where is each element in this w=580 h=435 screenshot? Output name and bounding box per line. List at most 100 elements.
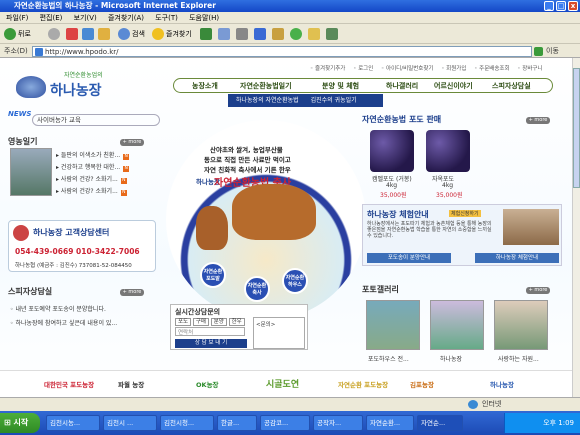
- link-find-account[interactable]: ◦ 아이디/비밀번호찾기: [381, 66, 433, 72]
- close-button[interactable]: x: [568, 1, 578, 11]
- taskbar-task[interactable]: 김천시 ...: [103, 415, 157, 431]
- nav-consulting[interactable]: 스피자상담실: [492, 79, 531, 93]
- tab-beef[interactable]: 한우: [228, 318, 245, 326]
- nav-farm-intro[interactable]: 농장소개: [192, 79, 218, 93]
- address-input[interactable]: http://www.hpodo.kr/: [32, 46, 532, 57]
- print-button[interactable]: [236, 27, 250, 41]
- form-title: 실시간상담문의: [175, 308, 221, 316]
- taskbar-task[interactable]: 공감코...: [260, 415, 310, 431]
- news-label: NEWS: [8, 110, 32, 118]
- menu-tools[interactable]: 도구(T): [155, 14, 178, 22]
- window-titlebar[interactable]: 자연순환농법의 하나농장 - Microsoft Internet Explor…: [0, 0, 580, 12]
- print-icon: [236, 28, 248, 40]
- contact-input[interactable]: 연락처: [175, 327, 245, 336]
- tab-grape[interactable]: 포도: [175, 318, 192, 326]
- subnav-natural-farming[interactable]: 하나농장의 자연순환농법: [236, 97, 299, 104]
- stop-button[interactable]: [66, 27, 80, 41]
- home-button[interactable]: [98, 27, 112, 41]
- submit-consult-button[interactable]: 상 담 보 내 기: [175, 339, 247, 348]
- partner-logo[interactable]: 파월 농장: [118, 379, 144, 389]
- menu-file[interactable]: 파일(F): [6, 14, 28, 22]
- partner-logo[interactable]: 자연순환 포도농장: [338, 379, 388, 389]
- subnav-return-diary[interactable]: 김진수의 귀농일기: [311, 97, 357, 104]
- partner-logo[interactable]: OK농장: [196, 379, 219, 389]
- menu-view[interactable]: 보기(V): [74, 14, 97, 22]
- link-join[interactable]: ◦ 회원가입: [441, 66, 466, 72]
- taskbar-task[interactable]: 자연순환...: [366, 415, 414, 431]
- new-icon: N: [120, 178, 127, 184]
- menu-edit[interactable]: 편집(E): [40, 14, 63, 22]
- vertical-scrollbar[interactable]: [572, 58, 580, 397]
- gallery-photo[interactable]: [430, 300, 484, 350]
- folder-button[interactable]: [308, 27, 322, 41]
- messenger-button[interactable]: [290, 27, 304, 41]
- qa-item[interactable]: ◦ 내년 포도예약 포도송이 분양합니다.: [10, 304, 106, 313]
- product-image-jaok[interactable]: [426, 130, 470, 172]
- taskbar: ⊞ 시작 김천시농... 김천시 ... 김천시청... 한글... 공감코..…: [0, 411, 580, 435]
- product-image-campbell[interactable]: [370, 130, 414, 172]
- partner-logo[interactable]: 대한민국 포도농장: [44, 379, 94, 389]
- logo-title[interactable]: 하나농장: [50, 80, 102, 100]
- taskbar-task[interactable]: 김천시청...: [160, 415, 214, 431]
- taskbar-task[interactable]: 공작자...: [313, 415, 363, 431]
- taskbar-task[interactable]: 김천시농...: [46, 415, 100, 431]
- nav-farming-diary[interactable]: 자연순환농법일기: [240, 79, 292, 93]
- gallery-caption: 하나농장: [440, 356, 463, 363]
- diary-item[interactable]: ▸ 사람의 건강? 소화기... N: [56, 186, 127, 196]
- badge-barn[interactable]: 자연순환 축사: [244, 276, 270, 302]
- shop-more-button[interactable]: + more: [526, 117, 550, 124]
- experience-info-button[interactable]: 하나농장 체험안내: [475, 253, 559, 263]
- favorites-button[interactable]: 즐겨찾기: [152, 27, 192, 41]
- refresh-button[interactable]: [82, 27, 96, 41]
- mail-button[interactable]: [218, 27, 232, 41]
- taskbar-task-active[interactable]: 자연순...: [417, 415, 463, 431]
- badge-greenhouse[interactable]: 자연순환 하우스: [282, 268, 308, 294]
- tool-button[interactable]: [326, 27, 340, 41]
- forward-button[interactable]: [48, 27, 62, 41]
- history-button[interactable]: [200, 27, 214, 41]
- experience-apply-badge[interactable]: 체험신청하기: [449, 210, 481, 217]
- home-icon: [98, 28, 110, 40]
- scrollbar-thumb[interactable]: [573, 68, 580, 188]
- tab-lease[interactable]: 분양: [210, 318, 227, 326]
- menu-help[interactable]: 도움말(H): [189, 14, 219, 22]
- link-cart[interactable]: ◦ 장바구니: [517, 66, 542, 72]
- partner-logo[interactable]: 시골도연: [266, 377, 299, 390]
- experience-photo: [503, 209, 559, 245]
- gallery-photo[interactable]: [494, 300, 548, 350]
- link-bookmark[interactable]: ◦ 즐겨찾기추가: [310, 66, 345, 72]
- logo-icon[interactable]: [16, 76, 46, 98]
- link-login[interactable]: ◦ 로그인: [353, 66, 373, 72]
- diary-item[interactable]: ▸ 건강하고 행복한 대한... N: [56, 162, 130, 172]
- partner-logo[interactable]: 김포농장: [410, 379, 434, 389]
- search-button[interactable]: 검색: [118, 27, 145, 41]
- qa-item[interactable]: ◦ 하나농장에 참여하고 싶은데 내용이 있...: [10, 318, 117, 327]
- nav-experience[interactable]: 분양 및 체험: [322, 79, 359, 93]
- nav-gallery[interactable]: 하나갤러리: [386, 79, 418, 93]
- diary-item[interactable]: ▸ 사람의 건강? 소화기... N: [56, 174, 127, 184]
- go-button[interactable]: 이동: [534, 46, 574, 57]
- diary-item[interactable]: ▸ 들판의 이색소가 친환... N: [56, 150, 130, 160]
- menu-favorites[interactable]: 즐겨찾기(A): [108, 14, 144, 22]
- sub-nav: 하나농장의 자연순환농법 김진수의 귀농일기: [228, 94, 383, 107]
- news-ticker[interactable]: 사이버농가 교육: [32, 114, 160, 126]
- nav-elders-story[interactable]: 어르신이야기: [434, 79, 473, 93]
- gallery-photo[interactable]: [366, 300, 420, 350]
- start-button[interactable]: ⊞ 시작: [0, 413, 40, 433]
- partner-logo[interactable]: 하나농장: [490, 379, 514, 389]
- discuss-button[interactable]: [272, 27, 286, 41]
- edit-button[interactable]: [254, 27, 268, 41]
- badge-vineyard[interactable]: 자연순환 포도밭: [200, 262, 226, 288]
- minimize-button[interactable]: _: [544, 1, 554, 11]
- maximize-button[interactable]: □: [556, 1, 566, 11]
- tab-purchase[interactable]: 구매: [192, 318, 209, 326]
- taskbar-task[interactable]: 한글...: [217, 415, 257, 431]
- link-order-tracking[interactable]: ◦ 주문배송조회: [474, 66, 509, 72]
- memo-textarea[interactable]: <문의>: [253, 317, 305, 349]
- grape-lease-button[interactable]: 포도송이 분양안내: [367, 253, 451, 263]
- gallery-more-button[interactable]: + more: [526, 287, 550, 294]
- qa-more-button[interactable]: + more: [120, 289, 144, 296]
- back-button[interactable]: 뒤로: [4, 27, 31, 41]
- diary-more-button[interactable]: + more: [120, 139, 144, 146]
- clock[interactable]: 오후 1:09: [543, 419, 574, 427]
